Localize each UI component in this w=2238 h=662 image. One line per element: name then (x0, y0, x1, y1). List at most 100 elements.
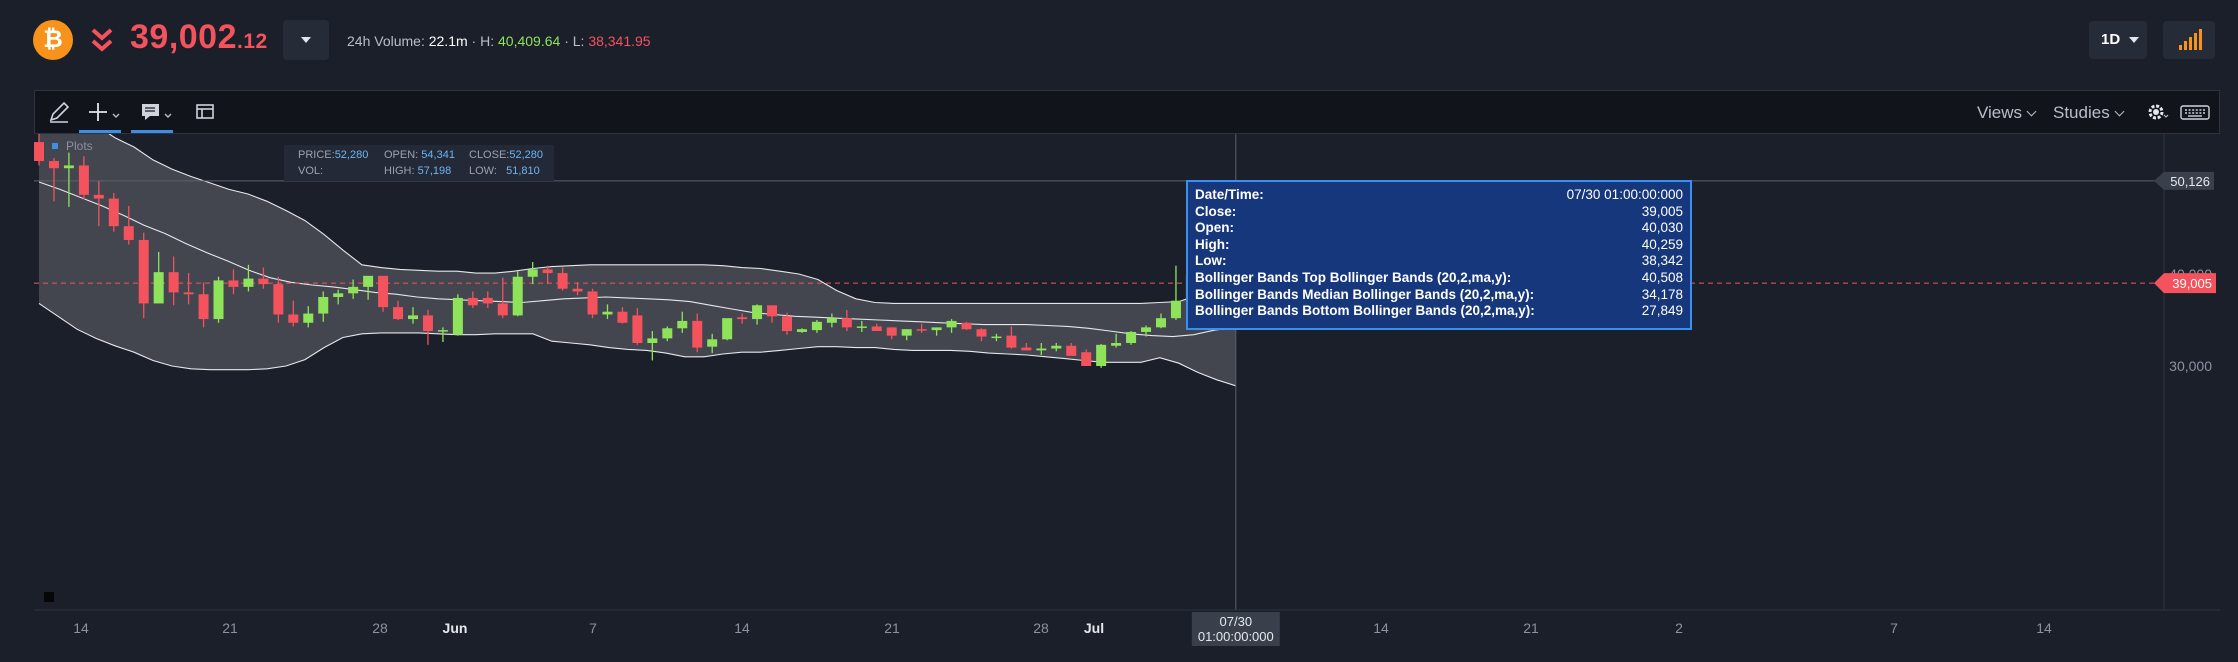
candle-body (273, 284, 284, 315)
low-label: · L: (564, 33, 585, 49)
candle-body (512, 276, 523, 316)
x-tick-label: 28 (372, 620, 388, 636)
info-close-value: 52,280 (509, 149, 544, 161)
candle-body (602, 311, 613, 315)
candle-body (348, 286, 359, 294)
info-price: PRICE:52,280 (298, 149, 368, 161)
candle-body (841, 318, 852, 328)
candle-body (796, 329, 807, 332)
views-menu[interactable]: Views (1977, 103, 2037, 123)
plots-legend[interactable]: Plots (52, 139, 93, 153)
signal-button[interactable] (2163, 21, 2215, 59)
keyboard-icon[interactable] (2179, 99, 2211, 125)
crosshair-tooltip: Date/Time: 07/30 01:00:00:000 Close: 39,00… (1186, 180, 1692, 330)
chevron-down-icon (2129, 37, 2139, 43)
high-value: 40,409.64 (498, 33, 561, 49)
candle-body (452, 297, 463, 335)
x-tick-label: Jul (1084, 620, 1104, 636)
candle-body (497, 303, 508, 316)
candle-body (737, 317, 748, 320)
info-high-label: HIGH: (384, 165, 415, 177)
candle-body (213, 280, 224, 320)
candle-body (1126, 331, 1137, 343)
candle-body (482, 297, 493, 304)
tooltip-key: Bollinger Bands Median Bollinger Bands (… (1195, 286, 1535, 302)
volume-label: 24h Volume: (347, 33, 425, 49)
tooltip-key: Low: (1195, 253, 1227, 269)
info-price-value: 52,280 (334, 149, 369, 161)
tooltip-row: Close: 39,005 (1195, 204, 1683, 221)
candle-body (1081, 352, 1092, 366)
corner-square (44, 592, 54, 602)
y-tick-label: 30,000 (2169, 358, 2212, 374)
plots-dot-icon (52, 143, 58, 149)
candle-body (422, 315, 433, 332)
x-tick-label: 2 (1675, 620, 1683, 636)
info-high: HIGH: 57,198 (384, 165, 451, 177)
market-stats: 24h Volume: 22.1m · H: 40,409.64 · L: 38… (347, 33, 651, 49)
tooltip-key: Bollinger Bands Bottom Bollinger Bands (… (1195, 303, 1535, 319)
info-low-label: LOW: (469, 165, 497, 177)
tooltip-row: Bollinger Bands Bottom Bollinger Bands (… (1195, 303, 1683, 320)
x-tick-label: 28 (1033, 620, 1049, 636)
gear-icon[interactable] (2145, 99, 2171, 125)
double-chevron-down-icon (91, 28, 113, 52)
tooltip-value: 40,030 (1641, 220, 1683, 236)
x-tick-label: 21 (222, 620, 238, 636)
tooltip-row: High: 40,259 (1195, 237, 1683, 254)
candle-body (1111, 343, 1122, 346)
candle-body (527, 269, 538, 277)
comment-icon[interactable] (139, 99, 185, 125)
crosshair-plus-icon[interactable] (87, 99, 133, 125)
chevron-down-icon (2026, 106, 2037, 117)
info-vol: VOL: (298, 165, 323, 177)
candle-body (1036, 348, 1047, 351)
candle-body (1170, 300, 1181, 319)
chevron-down-icon (301, 37, 311, 43)
price-chart[interactable]: 40,00030,00050,12639,005 142128Jun714212… (34, 134, 2220, 662)
x-tick-label: 14 (734, 620, 750, 636)
candle-body (108, 198, 119, 227)
crosshair-price-label: 50,126 (2170, 174, 2210, 189)
x-tick-label: 7 (589, 620, 597, 636)
candle-body (826, 318, 837, 323)
last-price-label: 39,005 (2172, 276, 2212, 291)
candle-body (991, 336, 1002, 339)
pencil-icon[interactable] (47, 99, 71, 125)
tooltip-value: 38,342 (1641, 253, 1683, 269)
period-dropdown-button[interactable]: 1D (2089, 21, 2147, 59)
tooltip-key: Close: (1195, 203, 1237, 219)
candle-body (782, 316, 792, 332)
symbol-dropdown-button[interactable] (283, 20, 329, 60)
tooltip-row: Low: 38,342 (1195, 253, 1683, 270)
x-tick-label: Jun (443, 620, 468, 636)
candle-body (557, 273, 568, 289)
candle-body (901, 329, 912, 336)
candle-body (408, 315, 418, 320)
layout-icon[interactable] (193, 99, 217, 125)
candle-body (1156, 318, 1166, 328)
x-tick-label: 21 (884, 620, 900, 636)
candle-body (1066, 345, 1077, 356)
candle-body (78, 165, 89, 195)
candle-body (198, 294, 209, 320)
candle-body (258, 278, 269, 285)
candle-body (168, 272, 179, 293)
studies-menu[interactable]: Studies (2053, 103, 2125, 123)
candle-body (931, 327, 942, 331)
high-label: · H: (471, 33, 495, 49)
candle-body (153, 272, 164, 304)
period-label: 1D (2101, 31, 2121, 48)
x-tick-label: 14 (73, 620, 89, 636)
candle-body (437, 330, 448, 332)
current-price: 39,002.12 (130, 18, 268, 56)
signal-bars-icon (2179, 29, 2202, 50)
info-vol-label: VOL: (298, 165, 324, 177)
candle-body (318, 297, 329, 314)
info-low: LOW: 51,810 (469, 165, 540, 177)
candle-body (333, 293, 344, 297)
studies-label: Studies (2053, 103, 2110, 122)
candle-body (1141, 327, 1152, 332)
candle-body (123, 226, 134, 240)
candle-body (916, 329, 927, 331)
